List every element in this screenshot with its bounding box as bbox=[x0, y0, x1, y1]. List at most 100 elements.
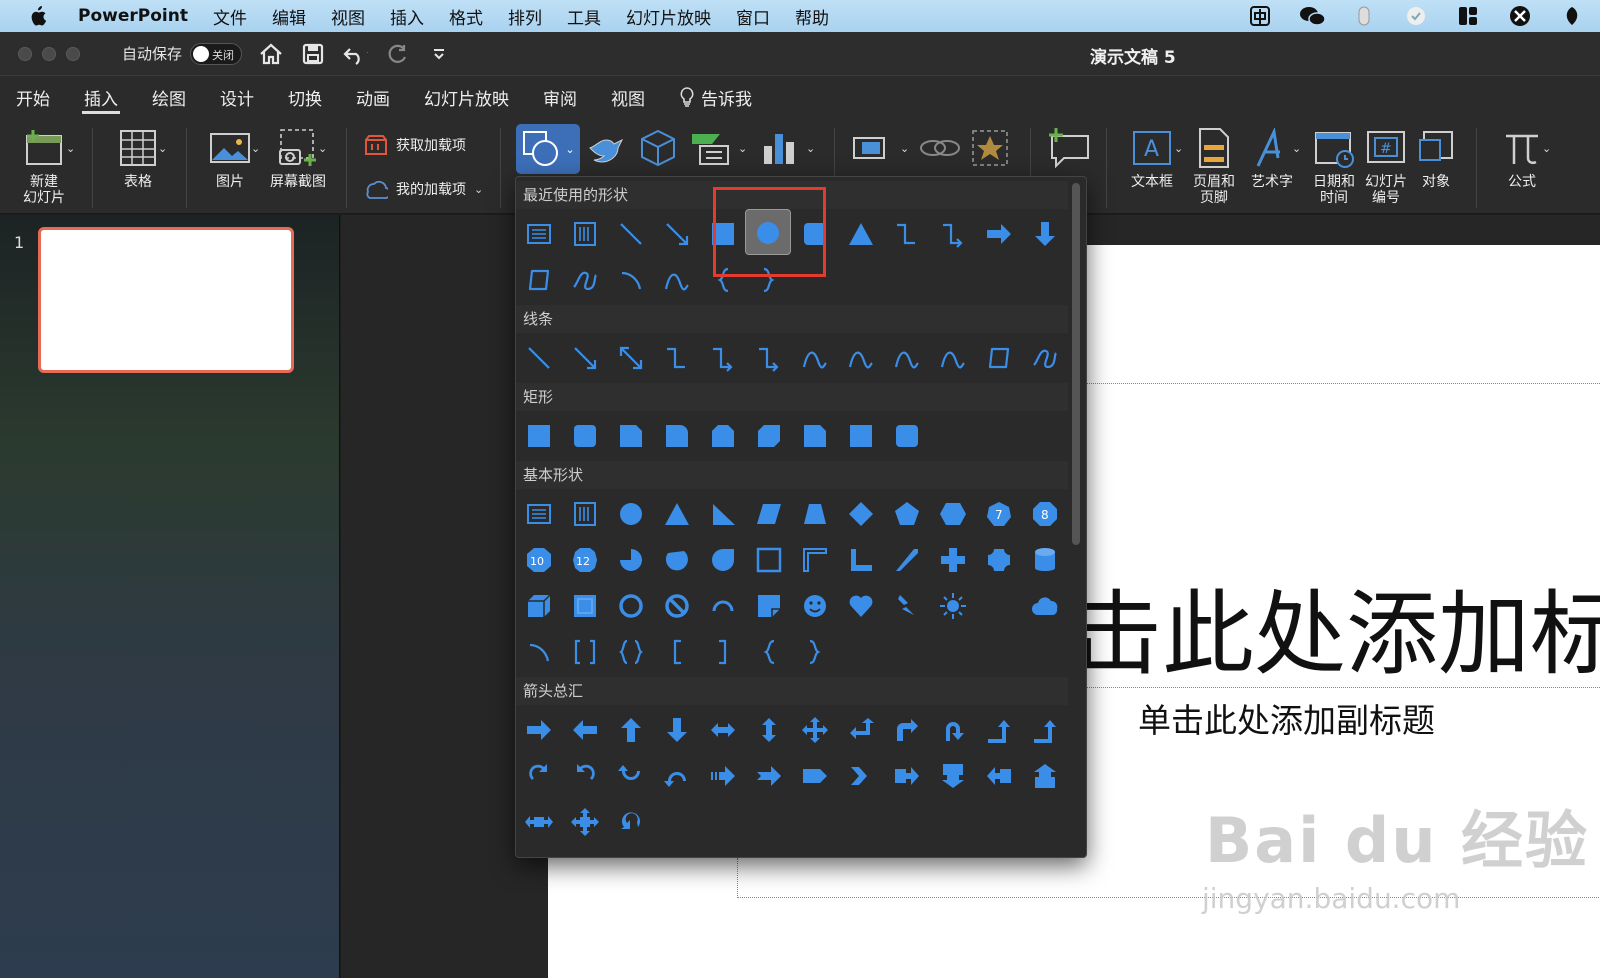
shape-curveL-icon[interactable] bbox=[570, 761, 600, 791]
menu-edit[interactable]: 编辑 bbox=[272, 4, 306, 29]
shape-lshape-icon[interactable] bbox=[846, 545, 876, 575]
shape-round1-icon[interactable] bbox=[662, 421, 692, 451]
tab-slideshow[interactable]: 幻灯片放映 bbox=[422, 76, 511, 118]
menu-app-name[interactable]: PowerPoint bbox=[78, 6, 188, 26]
tab-insert[interactable]: 插入 bbox=[82, 76, 120, 118]
shape-smiley-icon[interactable] bbox=[800, 591, 830, 621]
shape-bentup-icon[interactable] bbox=[1030, 715, 1060, 745]
table-button[interactable]: 表格 bbox=[108, 126, 168, 190]
shape-curveU-icon[interactable] bbox=[616, 761, 646, 791]
menu-insert[interactable]: 插入 bbox=[390, 4, 424, 29]
shape-rrect-icon[interactable] bbox=[570, 421, 600, 451]
shape-rtri-icon[interactable] bbox=[708, 499, 738, 529]
apple-icon[interactable] bbox=[22, 1, 52, 31]
shape-diag-icon[interactable] bbox=[892, 545, 922, 575]
menu-window[interactable]: 窗口 bbox=[736, 4, 770, 29]
shape-diamond-icon[interactable] bbox=[846, 499, 876, 529]
wechat-icon[interactable] bbox=[1294, 3, 1330, 29]
title-placeholder[interactable]: 击此处添加标 bbox=[1070, 560, 1600, 693]
shape-uturn-icon[interactable] bbox=[938, 715, 968, 745]
header-footer-button[interactable]: 页眉和 页脚 bbox=[1186, 126, 1242, 206]
tab-design[interactable]: 设计 bbox=[218, 76, 256, 118]
shape-dbrace-icon[interactable] bbox=[616, 637, 646, 667]
tab-review[interactable]: 审阅 bbox=[541, 76, 579, 118]
save-icon[interactable] bbox=[300, 41, 326, 67]
shape-dodec-icon[interactable]: 12 bbox=[570, 545, 600, 575]
tab-view[interactable]: 视图 bbox=[609, 76, 647, 118]
shape-darrow-icon[interactable] bbox=[1030, 219, 1060, 249]
home-icon[interactable] bbox=[258, 41, 284, 67]
shape-hex-icon[interactable] bbox=[938, 499, 968, 529]
shape-uarrow-icon[interactable] bbox=[616, 715, 646, 745]
undo-icon[interactable] bbox=[342, 41, 369, 67]
shape-curveD-icon[interactable] bbox=[662, 761, 692, 791]
shape-bolt-icon[interactable] bbox=[892, 591, 922, 621]
menu-view[interactable]: 视图 bbox=[331, 4, 365, 29]
shape-rarrow-icon[interactable] bbox=[984, 219, 1014, 249]
shape-dcallout-icon[interactable] bbox=[938, 761, 968, 791]
shape-can-icon[interactable] bbox=[1030, 545, 1060, 575]
shape-notched-icon[interactable] bbox=[754, 761, 784, 791]
shape-qcallout-icon[interactable] bbox=[570, 807, 600, 837]
date-time-button[interactable]: 日期和 时间 bbox=[1306, 126, 1362, 206]
shape-lrcallout-icon[interactable] bbox=[524, 807, 554, 837]
shape-curveR-icon[interactable] bbox=[524, 761, 554, 791]
shapes-button[interactable]: ⌄ bbox=[516, 124, 580, 174]
object-button[interactable]: 对象 bbox=[1410, 126, 1462, 190]
shape-rect-icon[interactable] bbox=[846, 421, 876, 451]
shape-bevel-icon[interactable] bbox=[570, 591, 600, 621]
media-button[interactable] bbox=[852, 132, 900, 168]
mouse-icon[interactable] bbox=[1346, 3, 1382, 29]
shape-sun-icon[interactable] bbox=[938, 591, 968, 621]
shape-heart-icon[interactable] bbox=[846, 591, 876, 621]
shape-arc-icon[interactable] bbox=[616, 265, 646, 295]
shape-arc-icon[interactable] bbox=[524, 637, 554, 667]
equation-button[interactable]: 公式 bbox=[1494, 126, 1550, 190]
minimize-window-button[interactable] bbox=[42, 46, 56, 61]
shape-snip1-icon[interactable] bbox=[800, 421, 830, 451]
dropdown-scrollbar[interactable] bbox=[1072, 183, 1080, 545]
shape-chevron-icon[interactable] bbox=[846, 761, 876, 791]
shape-elbow-icon[interactable] bbox=[662, 343, 692, 373]
shape-elbow-icon[interactable] bbox=[892, 219, 922, 249]
shape-pent-icon[interactable] bbox=[892, 499, 922, 529]
shape-curve-icon[interactable] bbox=[800, 343, 830, 373]
shape-curve-icon[interactable] bbox=[662, 265, 692, 295]
screenshot-button[interactable]: 屏幕截图 bbox=[266, 126, 330, 190]
shape-oct-icon[interactable]: 8 bbox=[1030, 499, 1060, 529]
shape-rbrace-icon[interactable] bbox=[800, 637, 830, 667]
shape-elbowarr-icon[interactable] bbox=[708, 343, 738, 373]
menu-file[interactable]: 文件 bbox=[213, 4, 247, 29]
new-slide-button[interactable]: 新建 幻灯片 bbox=[12, 126, 76, 206]
smartart-button[interactable] bbox=[688, 130, 734, 170]
shape-snip1-icon[interactable] bbox=[616, 421, 646, 451]
input-method-icon[interactable] bbox=[1242, 3, 1278, 29]
zoom-window-button[interactable] bbox=[66, 46, 80, 61]
shape-cloud-icon[interactable] bbox=[1030, 591, 1060, 621]
shape-vtext-icon[interactable] bbox=[570, 219, 600, 249]
shape-scribble-icon[interactable] bbox=[570, 265, 600, 295]
wordart-button[interactable]: 艺术字 bbox=[1244, 126, 1300, 190]
shape-dec-icon[interactable]: 10 bbox=[524, 545, 554, 575]
shape-line-icon[interactable] bbox=[524, 343, 554, 373]
menu-help[interactable]: 帮助 bbox=[795, 4, 829, 29]
shape-curve-icon[interactable] bbox=[938, 343, 968, 373]
shape-scribble-icon[interactable] bbox=[1030, 343, 1060, 373]
shape-bentarr-icon[interactable] bbox=[892, 715, 922, 745]
customize-toolbar-icon[interactable] bbox=[426, 41, 452, 67]
shape-lbrace-icon[interactable] bbox=[754, 637, 784, 667]
subtitle-placeholder[interactable]: 单击此处添加副标题 bbox=[1138, 694, 1435, 742]
shape-snip3-icon[interactable] bbox=[754, 421, 784, 451]
textbox-button[interactable]: A 文本框 bbox=[1122, 126, 1182, 190]
shape-halfframe-icon[interactable] bbox=[800, 545, 830, 575]
crossover-icon[interactable] bbox=[1502, 3, 1538, 29]
shape-quad-icon[interactable] bbox=[800, 715, 830, 745]
shape-tri-icon[interactable] bbox=[846, 219, 876, 249]
shape-rect-icon[interactable] bbox=[524, 421, 554, 451]
shape-lrarrow-icon[interactable] bbox=[708, 715, 738, 745]
link-button[interactable] bbox=[918, 132, 962, 168]
shape-circle-icon[interactable] bbox=[616, 499, 646, 529]
shape-fold-icon[interactable] bbox=[754, 591, 784, 621]
shape-freeform-icon[interactable] bbox=[984, 343, 1014, 373]
tell-me-box[interactable]: 告诉我 bbox=[677, 76, 754, 118]
